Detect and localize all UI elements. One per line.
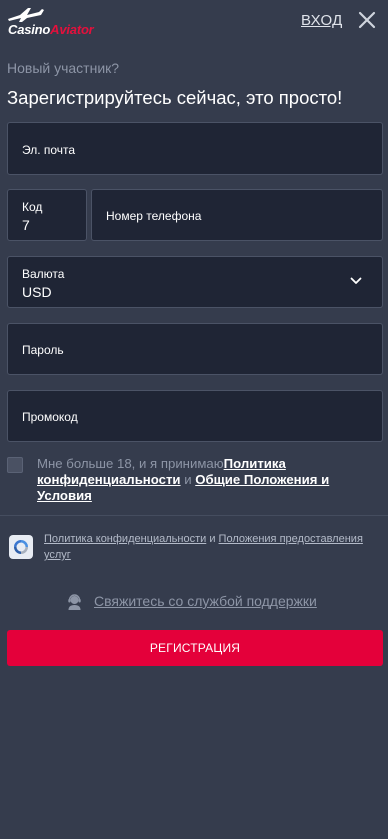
support-agent-icon <box>68 594 81 610</box>
airplane-icon <box>8 8 44 22</box>
country-code-label: Код <box>22 200 43 214</box>
page-title: Зарегистрируйтесь сейчас, это просто! <box>7 87 343 108</box>
new-member-subtitle: Новый участник? <box>7 60 120 76</box>
email-field[interactable]: Эл. почта <box>7 122 383 175</box>
recaptcha-privacy-link[interactable]: Политика конфиденциальности <box>44 533 206 545</box>
phone-label: Номер телефона <box>106 209 202 223</box>
recaptcha-icon <box>14 540 28 554</box>
recaptcha-text: Политика конфиденциальности и Положения … <box>44 531 382 563</box>
country-code-value: 7 <box>22 217 30 233</box>
terms-text: Мне больше 18, и я принимаюПолитика конф… <box>37 456 357 504</box>
promo-code-field[interactable]: Промокод <box>7 390 383 442</box>
promo-code-label: Промокод <box>22 410 78 424</box>
terms-checkbox[interactable] <box>7 457 23 473</box>
logo-text: CasinoAviator <box>8 22 94 37</box>
divider <box>0 515 388 516</box>
login-link[interactable]: ВХОД <box>301 12 343 29</box>
recaptcha-and: и <box>206 533 219 545</box>
password-label: Пароль <box>22 343 64 357</box>
header: CasinoAviator ВХОД <box>0 0 388 42</box>
currency-label: Валюта <box>22 267 65 281</box>
terms-and: и <box>180 472 196 487</box>
currency-select[interactable]: Валюта USD <box>7 256 383 308</box>
close-icon <box>358 11 376 29</box>
recaptcha-badge <box>9 535 33 559</box>
casino-aviator-logo[interactable]: CasinoAviator <box>6 5 110 37</box>
email-label: Эл. почта <box>22 143 76 157</box>
register-button[interactable]: РЕГИСТРАЦИЯ <box>7 630 383 666</box>
terms-text-before: Мне больше 18, и я принимаю <box>37 456 224 471</box>
chevron-down-icon <box>350 277 362 284</box>
support-link[interactable]: Свяжитесь со службой поддержки <box>94 593 317 609</box>
currency-value: USD <box>22 284 52 300</box>
phone-field[interactable]: Номер телефона <box>91 189 383 241</box>
country-code-field[interactable]: Код 7 <box>7 189 87 241</box>
close-button[interactable] <box>357 10 377 30</box>
password-field[interactable]: Пароль <box>7 323 383 375</box>
